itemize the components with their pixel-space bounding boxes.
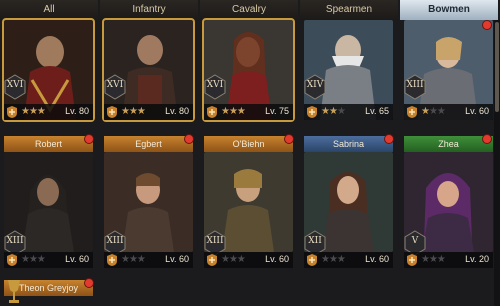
hero-card[interactable]: Robert XIII ★★★ Lv. 60 xyxy=(4,136,93,270)
hero-info-bar: ★★★ Lv. 60 xyxy=(4,252,93,268)
hero-name: O'Biehn xyxy=(204,136,293,152)
hero-info-bar: ★★★ Lv. 80 xyxy=(104,104,193,120)
tab-cavalry[interactable]: Cavalry xyxy=(200,0,298,20)
hero-info-bar: ★★★ Lv. 20 xyxy=(404,252,493,268)
hero-info-bar: ★★★ Lv. 60 xyxy=(404,104,493,120)
rank-badge: XVI xyxy=(104,74,126,100)
troop-type-tabs: All Infantry Cavalry Spearmen Bowmen xyxy=(0,0,500,20)
hero-level: Lv. 75 xyxy=(265,106,289,116)
hero-card[interactable]: XIII ★★★ Lv. 60 xyxy=(404,20,493,124)
cavalry-class-icon xyxy=(307,106,317,118)
cavalry-class-icon xyxy=(307,254,317,266)
hero-card[interactable]: O'Biehn XIII ★★★ Lv. 60 xyxy=(204,136,293,270)
hero-level: Lv. 60 xyxy=(265,254,289,264)
rank-badge: XIV xyxy=(304,74,326,100)
cavalry-class-icon xyxy=(107,254,117,266)
star-rating: ★★★ xyxy=(21,254,46,265)
cavalry-class-icon xyxy=(407,254,417,266)
notification-dot xyxy=(84,134,94,144)
hero-name: Robert xyxy=(4,136,93,152)
star-rating: ★★★ xyxy=(221,106,246,117)
rank-badge: XIII xyxy=(404,74,426,100)
hero-name: Zhea xyxy=(404,136,493,152)
notification-dot xyxy=(384,134,394,144)
star-rating: ★★★ xyxy=(21,106,46,117)
star-rating: ★★★ xyxy=(121,106,146,117)
hero-info-bar: ★★★ Lv. 60 xyxy=(104,252,193,268)
hero-level: Lv. 60 xyxy=(365,254,389,264)
hero-info-bar: ★★★ Lv. 75 xyxy=(204,104,293,120)
hero-level: Lv. 60 xyxy=(465,106,489,116)
hero-card[interactable]: Zhea V ★★★ Lv. 20 xyxy=(404,136,493,270)
cavalry-class-icon xyxy=(7,106,17,118)
hero-info-bar: ★★★ Lv. 60 xyxy=(304,252,393,268)
hero-level: Lv. 80 xyxy=(65,106,89,116)
hero-card[interactable]: XVI ★★★ Lv. 80 xyxy=(2,18,95,124)
hero-card[interactable]: Egbert XIII ★★★ Lv. 60 xyxy=(104,136,193,270)
hero-level: Lv. 80 xyxy=(165,106,189,116)
tab-spearmen[interactable]: Spearmen xyxy=(300,0,398,20)
notification-dot xyxy=(84,278,94,288)
star-rating: ★★★ xyxy=(321,254,346,265)
hero-level: Lv. 60 xyxy=(65,254,89,264)
hero-card[interactable]: XVI ★★★ Lv. 75 xyxy=(202,18,295,124)
hero-card[interactable]: XIV ★★★ Lv. 65 xyxy=(304,20,393,124)
hero-card[interactable]: Theon Greyjoy xyxy=(4,278,93,306)
cavalry-class-icon xyxy=(107,106,117,118)
cavalry-class-icon xyxy=(207,106,217,118)
hero-level: Lv. 20 xyxy=(465,254,489,264)
star-rating: ★★★ xyxy=(421,106,446,117)
cavalry-class-icon xyxy=(407,106,417,118)
star-rating: ★★★ xyxy=(121,254,146,265)
star-rating: ★★★ xyxy=(421,254,446,265)
hero-info-bar: ★★★ Lv. 60 xyxy=(204,252,293,268)
hero-level: Lv. 65 xyxy=(365,106,389,116)
notification-dot xyxy=(184,134,194,144)
goblet-icon xyxy=(8,280,20,303)
hero-card[interactable]: XVI ★★★ Lv. 80 xyxy=(102,18,195,124)
scrollbar-thumb[interactable] xyxy=(495,22,499,112)
star-rating: ★★★ xyxy=(321,106,346,117)
notification-dot xyxy=(482,20,492,30)
notification-dot xyxy=(482,134,492,144)
hero-card[interactable]: Sabrina XII ★★★ Lv. 60 xyxy=(304,136,393,270)
tab-bowmen[interactable]: Bowmen xyxy=(400,0,498,20)
hero-info-bar: ★★★ Lv. 80 xyxy=(4,104,93,120)
hero-info-bar: ★★★ Lv. 65 xyxy=(304,104,393,120)
star-rating: ★★★ xyxy=(221,254,246,265)
hero-name: Sabrina xyxy=(304,136,393,152)
tab-all[interactable]: All xyxy=(0,0,98,20)
hero-level: Lv. 60 xyxy=(165,254,189,264)
cavalry-class-icon xyxy=(7,254,17,266)
cavalry-class-icon xyxy=(207,254,217,266)
notification-dot xyxy=(284,134,294,144)
rank-badge: XVI xyxy=(204,74,226,100)
rank-badge: XVI xyxy=(4,74,26,100)
tab-infantry[interactable]: Infantry xyxy=(100,0,198,20)
hero-name: Egbert xyxy=(104,136,193,152)
